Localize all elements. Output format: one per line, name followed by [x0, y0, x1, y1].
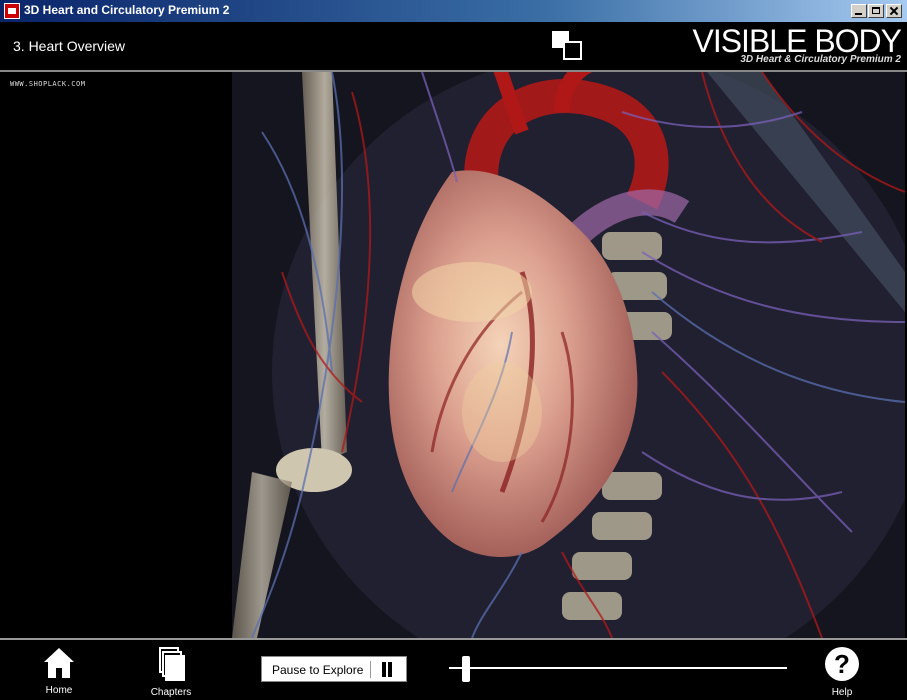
pause-to-explore-button[interactable]: Pause to Explore — [261, 656, 407, 682]
help-button[interactable]: ? Help — [810, 646, 874, 698]
app-header: 3. Heart Overview VISIBLE BODY 3D Heart … — [0, 22, 907, 72]
maximize-button[interactable] — [868, 4, 884, 18]
anatomy-3d-viewport[interactable]: WWW.SHOPLACK.COM — [2, 72, 905, 638]
chapters-button[interactable]: Chapters — [139, 646, 203, 698]
app-icon[interactable] — [4, 3, 20, 19]
pause-label: Pause to Explore — [272, 663, 364, 677]
visible-body-logo: VISIBLE BODY 3D Heart & Circulatory Prem… — [692, 23, 902, 65]
chapters-icon — [159, 647, 185, 681]
pause-separator — [370, 661, 371, 678]
chapters-label: Chapters — [150, 687, 192, 698]
fullscreen-toggle-icon[interactable] — [552, 31, 584, 61]
home-button[interactable]: Home — [27, 646, 91, 696]
timeline-slider-track[interactable] — [449, 667, 787, 669]
window-title: 3D Heart and Circulatory Premium 2 — [24, 3, 230, 17]
timeline-slider-handle[interactable] — [461, 656, 470, 682]
watermark-text: WWW.SHOPLACK.COM — [10, 80, 86, 88]
minimize-button[interactable] — [851, 4, 867, 18]
logo-brand: VISIBLE BODY — [692, 23, 902, 59]
playback-toolbar: Home Chapters Pause to Explore ? Help — [0, 638, 907, 700]
home-label: Home — [45, 685, 73, 696]
heart-model-render[interactable] — [2, 72, 905, 638]
help-label: Help — [831, 687, 853, 698]
window-titlebar: 3D Heart and Circulatory Premium 2 — [0, 0, 907, 22]
close-button[interactable] — [886, 4, 902, 18]
home-icon — [44, 648, 74, 678]
chapter-title: 3. Heart Overview — [13, 38, 126, 54]
svg-text:?: ? — [834, 649, 850, 679]
pause-icon — [381, 662, 393, 677]
help-icon: ? — [825, 647, 859, 681]
